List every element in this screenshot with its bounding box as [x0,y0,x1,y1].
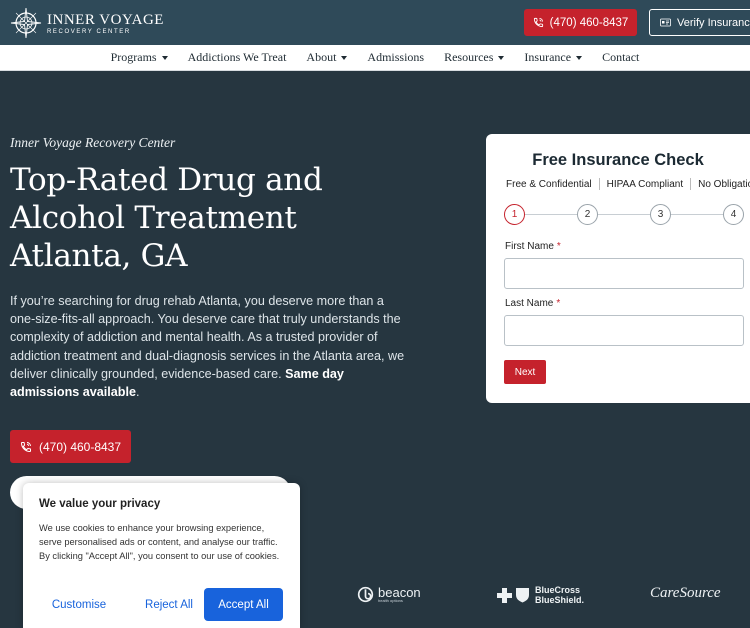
cookie-description: We use cookies to enhance your browsing … [39,523,280,562]
step-connector [598,214,650,215]
caresource-name: CareSource [650,585,721,601]
hero-description: If you’re searching for drug rehab Atlan… [10,292,410,401]
hero-call-button[interactable]: (470) 460-8437 [10,430,131,463]
nav-item-addictions[interactable]: Addictions We Treat [178,50,297,65]
bcbs-line-1: BlueCross [535,585,581,595]
caret-down-icon [576,55,583,60]
cookie-title: We value your privacy [39,498,161,510]
cookie-consent-banner: We value your privacy We use cookies to … [23,483,300,628]
header-call-label: (470) 460-8437 [549,16,629,29]
phone-icon [533,17,543,28]
main-nav: Programs Addictions We Treat About Admis… [0,45,750,71]
required-marker: * [556,298,561,309]
site-logo[interactable]: INNER VOYAGE RECOVERY CENTER [10,7,164,39]
hero-eyebrow: Inner Voyage Recovery Center [10,135,176,150]
nav-item-about[interactable]: About [296,50,357,65]
verify-insurance-label: Verify Insurance [677,16,750,29]
badge-no-obligation: No Obligation [698,178,750,190]
bcbs-line-2: BlueShield. [535,595,585,605]
phone-icon [20,441,31,452]
step-4: 4 [723,204,744,225]
caret-down-icon [161,55,168,60]
reject-all-button[interactable]: Reject All [129,588,209,621]
nav-item-programs[interactable]: Programs [101,50,178,65]
verify-insurance-button[interactable]: Verify Insurance [649,9,750,36]
nav-label: Addictions We Treat [187,50,287,64]
first-name-label: First Name * [505,241,561,252]
id-card-icon [660,18,671,27]
required-marker: * [556,241,561,252]
nav-item-insurance[interactable]: Insurance [514,50,592,65]
last-name-input[interactable] [504,315,744,346]
badge-divider [598,178,600,190]
first-name-input[interactable] [504,258,744,289]
badge-hipaa: HIPAA Compliant [606,178,684,190]
logo-name: INNER VOYAGE [47,11,164,28]
accept-all-button[interactable]: Accept All [204,588,283,621]
badge-divider [690,178,692,190]
nav-item-contact[interactable]: Contact [592,50,649,65]
nav-label: About [306,50,337,64]
form-step-indicator: 1 2 3 4 [504,204,744,226]
insurance-check-form: Free Insurance Check Free & Confidential… [486,134,750,403]
nav-item-resources[interactable]: Resources [434,50,514,65]
caresource-logo: CareSource [650,585,721,602]
hero-description-end: . [136,385,140,400]
logo-tagline: RECOVERY CENTER [47,28,131,35]
nav-label: Admissions [367,50,425,64]
cross-shield-icon [497,588,529,603]
step-connector [671,214,723,215]
nav-label: Contact [602,50,640,64]
hero-headline: Top-Rated Drug and Alcohol Treatment Atl… [10,162,323,274]
form-badges: Free & Confidential HIPAA Compliant No O… [506,178,750,190]
nav-item-admissions[interactable]: Admissions [357,50,434,65]
next-button[interactable]: Next [504,360,546,384]
hero-call-label: (470) 460-8437 [38,439,122,454]
step-2: 2 [577,204,598,225]
step-1: 1 [504,204,525,225]
step-3: 3 [650,204,671,225]
nav-label: Insurance [524,50,572,64]
last-name-label-text: Last Name [505,298,554,309]
first-name-label-text: First Name [505,241,554,252]
badge-free-confidential: Free & Confidential [506,178,592,190]
step-connector [525,214,577,215]
header-call-button[interactable]: (470) 460-8437 [524,9,637,36]
form-title: Free Insurance Check [532,151,704,169]
beacon-logo: beacon health options [357,585,421,603]
caret-down-icon [341,55,348,60]
compass-logo-icon [10,7,42,39]
bluecross-blueshield-logo: BlueCross BlueShield. [497,585,584,605]
hero-description-text: If you’re searching for drug rehab Atlan… [10,294,405,381]
beacon-mark-icon [357,586,374,602]
nav-label: Resources [444,50,494,64]
customise-button[interactable]: Customise [39,588,119,621]
last-name-label: Last Name * [505,298,560,309]
top-bar: INNER VOYAGE RECOVERY CENTER (470) 460-8… [0,0,750,45]
nav-label: Programs [110,50,157,64]
caret-down-icon [498,55,505,60]
